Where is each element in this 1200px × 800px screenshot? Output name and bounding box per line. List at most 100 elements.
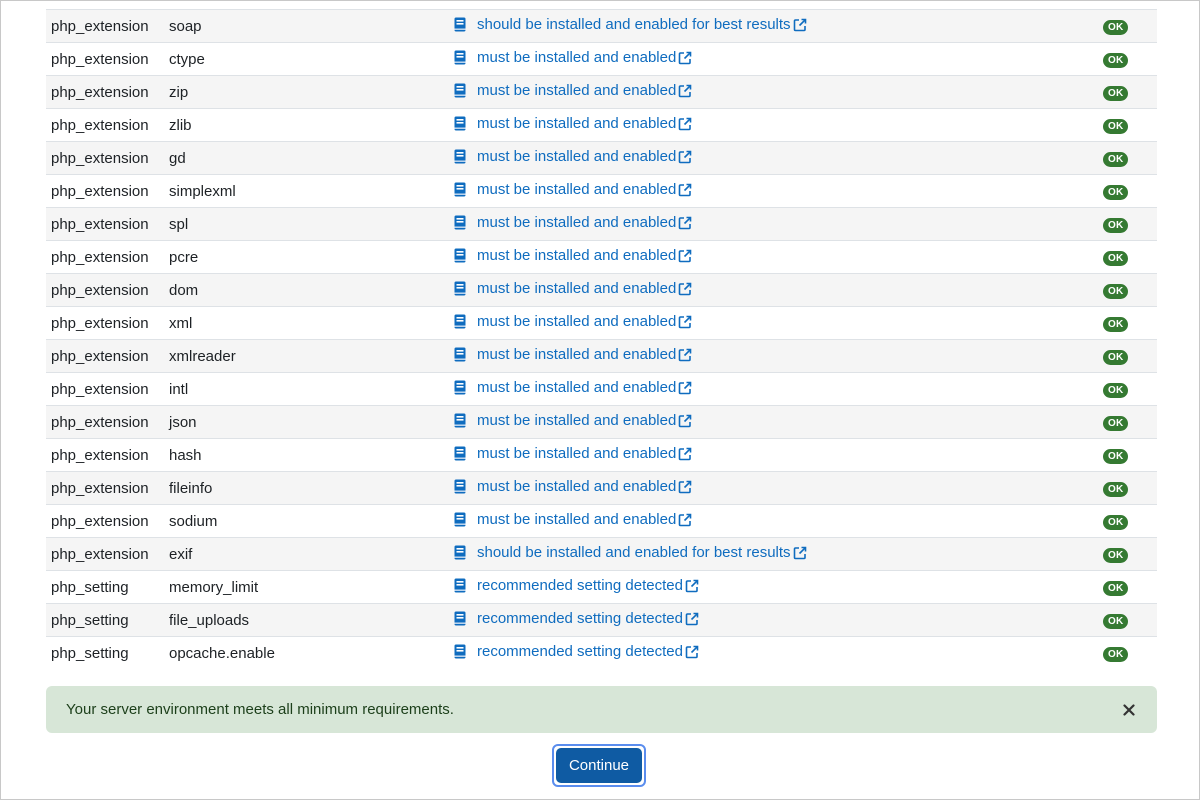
report-text: must be installed and enabled — [477, 445, 677, 462]
continue-button[interactable]: Continue — [556, 748, 642, 783]
external-link-icon — [677, 380, 693, 396]
continue-button-focus-ring: Continue — [552, 744, 646, 787]
book-icon — [454, 347, 466, 362]
report-link[interactable]: must be installed and enabled — [454, 247, 693, 264]
table-row: php_extension spl must be installed and en… — [46, 207, 1157, 241]
status-badge: OK — [1103, 53, 1129, 68]
external-link-icon — [684, 578, 700, 594]
book-icon — [454, 512, 466, 527]
check-report: must be installed and enabled — [454, 240, 1094, 274]
report-link[interactable]: must be installed and enabled — [454, 478, 693, 495]
close-icon[interactable] — [1121, 702, 1137, 718]
check-name: simplexml — [169, 174, 454, 208]
check-name: exif — [169, 537, 454, 571]
report-link[interactable]: must be installed and enabled — [454, 115, 693, 132]
table-row: php_extension simplexml must be installed … — [46, 174, 1157, 208]
report-link[interactable]: must be installed and enabled — [454, 379, 693, 396]
report-text: must be installed and enabled — [477, 313, 677, 330]
report-text: should be installed and enabled for best… — [477, 544, 791, 561]
report-link[interactable]: must be installed and enabled — [454, 280, 693, 297]
report-link[interactable]: should be installed and enabled for best… — [454, 544, 808, 561]
check-report: must be installed and enabled — [454, 372, 1094, 406]
check-status: OK — [1094, 273, 1157, 307]
book-icon — [454, 182, 466, 197]
report-link[interactable]: must be installed and enabled — [454, 346, 693, 363]
book-icon — [454, 314, 466, 329]
report-text: must be installed and enabled — [477, 379, 677, 396]
report-link[interactable]: must be installed and enabled — [454, 148, 693, 165]
book-icon — [454, 413, 466, 428]
environment-checks-body: php_extension soap should be installed and… — [46, 9, 1157, 670]
check-type: php_extension — [46, 273, 169, 307]
check-type: php_extension — [46, 108, 169, 142]
check-name: xml — [169, 306, 454, 340]
success-alert: Your server environment meets all minimu… — [46, 686, 1157, 733]
external-link-icon — [677, 215, 693, 231]
check-name: gd — [169, 141, 454, 175]
book-icon — [454, 83, 466, 98]
check-type: php_extension — [46, 372, 169, 406]
check-status: OK — [1094, 471, 1157, 505]
external-link-icon — [677, 446, 693, 462]
report-link[interactable]: must be installed and enabled — [454, 181, 693, 198]
check-status: OK — [1094, 537, 1157, 571]
external-link-icon — [677, 116, 693, 132]
check-report: must be installed and enabled — [454, 339, 1094, 373]
book-icon — [454, 149, 466, 164]
report-text: must be installed and enabled — [477, 280, 677, 297]
check-status: OK — [1094, 570, 1157, 604]
table-row: php_extension hash must be installed and e… — [46, 438, 1157, 472]
report-text: must be installed and enabled — [477, 82, 677, 99]
report-link[interactable]: must be installed and enabled — [454, 82, 693, 99]
check-type: php_extension — [46, 537, 169, 571]
check-status: OK — [1094, 141, 1157, 175]
check-report: must be installed and enabled — [454, 75, 1094, 109]
external-link-icon — [792, 17, 808, 33]
book-icon — [454, 545, 466, 560]
table-row: php_extension xml must be installed and en… — [46, 306, 1157, 340]
table-row: php_extension dom must be installed and en… — [46, 273, 1157, 307]
report-link[interactable]: recommended setting detected — [454, 643, 700, 660]
table-row: php_setting file_uploads recommended setti… — [46, 603, 1157, 637]
report-link[interactable]: should be installed and enabled for best… — [454, 16, 808, 33]
check-type: php_extension — [46, 207, 169, 241]
report-link[interactable]: recommended setting detected — [454, 577, 700, 594]
report-link[interactable]: must be installed and enabled — [454, 511, 693, 528]
check-report: must be installed and enabled — [454, 306, 1094, 340]
check-report: must be installed and enabled — [454, 471, 1094, 505]
report-link[interactable]: must be installed and enabled — [454, 412, 693, 429]
external-link-icon — [792, 545, 808, 561]
check-report: recommended setting detected — [454, 603, 1094, 637]
report-text: should be installed and enabled for best… — [477, 16, 791, 33]
external-link-icon — [684, 611, 700, 627]
report-link[interactable]: recommended setting detected — [454, 610, 700, 627]
book-icon — [454, 215, 466, 230]
status-badge: OK — [1103, 185, 1129, 200]
check-name: spl — [169, 207, 454, 241]
report-link[interactable]: must be installed and enabled — [454, 49, 693, 66]
report-link[interactable]: must be installed and enabled — [454, 445, 693, 462]
table-row: php_setting memory_limit recommended setti… — [46, 570, 1157, 604]
check-type: php_extension — [46, 141, 169, 175]
book-icon — [454, 281, 466, 296]
check-status: OK — [1094, 75, 1157, 109]
report-text: recommended setting detected — [477, 577, 683, 594]
status-badge: OK — [1103, 383, 1129, 398]
report-text: recommended setting detected — [477, 643, 683, 660]
book-icon — [454, 248, 466, 263]
book-icon — [454, 479, 466, 494]
check-status: OK — [1094, 174, 1157, 208]
check-status: OK — [1094, 504, 1157, 538]
check-type: php_setting — [46, 636, 169, 670]
table-row: php_extension intl must be installed and e… — [46, 372, 1157, 406]
report-text: must be installed and enabled — [477, 181, 677, 198]
check-type: php_extension — [46, 42, 169, 76]
external-link-icon — [677, 479, 693, 495]
status-badge: OK — [1103, 482, 1129, 497]
report-link[interactable]: must be installed and enabled — [454, 214, 693, 231]
external-link-icon — [677, 512, 693, 528]
check-report: should be installed and enabled for best… — [454, 537, 1094, 571]
check-name: json — [169, 405, 454, 439]
external-link-icon — [677, 281, 693, 297]
report-link[interactable]: must be installed and enabled — [454, 313, 693, 330]
